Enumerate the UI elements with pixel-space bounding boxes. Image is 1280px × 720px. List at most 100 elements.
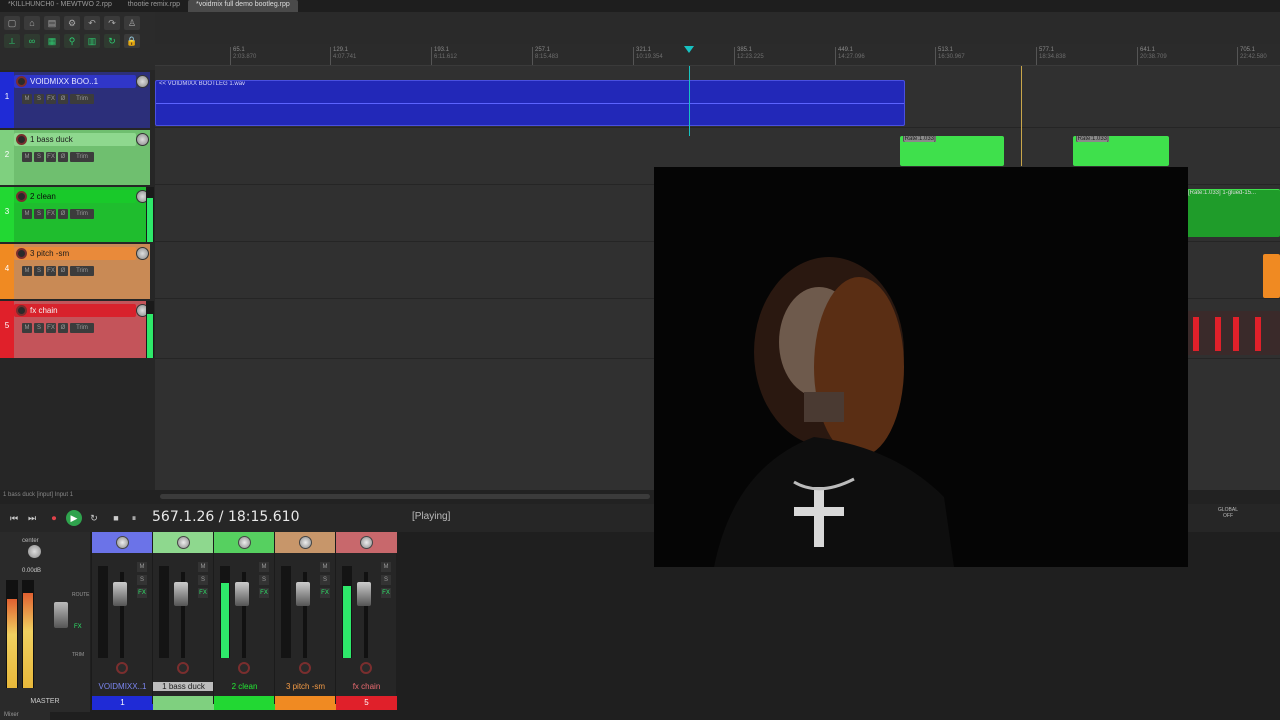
trim-button[interactable]: Trim bbox=[70, 152, 94, 162]
volume-fader[interactable] bbox=[235, 582, 249, 606]
stop-icon[interactable]: ■ bbox=[108, 511, 124, 525]
record-icon[interactable]: ⏺ bbox=[46, 511, 62, 525]
metronome-icon[interactable]: ♙ bbox=[124, 16, 140, 30]
mute-button[interactable]: M bbox=[22, 94, 32, 104]
record-arm-button[interactable] bbox=[16, 248, 27, 259]
fx-button[interactable]: FX bbox=[198, 588, 208, 598]
master-fx-button[interactable]: FX bbox=[74, 624, 82, 630]
media-item[interactable]: [Rate:1.033] bbox=[900, 136, 1004, 166]
project-tab[interactable]: thootie remix.rpp bbox=[120, 0, 188, 12]
project-tab[interactable]: *KILLHUNCH0 - MEWTWO 2.rpp bbox=[0, 0, 120, 12]
grid-icon[interactable]: ▦ bbox=[44, 34, 60, 48]
record-arm-button[interactable] bbox=[16, 191, 27, 202]
solo-button[interactable]: S bbox=[198, 575, 208, 585]
track-4[interactable]: 4 3 pitch -sm M S FX Ø Trim bbox=[0, 244, 150, 299]
lock-grid-icon[interactable]: ▥ bbox=[84, 34, 100, 48]
trim-button[interactable]: Trim bbox=[70, 266, 94, 276]
mute-button[interactable]: M bbox=[22, 323, 32, 333]
project-tab-active[interactable]: *voidmix full demo bootleg.rpp bbox=[188, 0, 298, 12]
master-fader[interactable] bbox=[54, 602, 68, 628]
record-arm-button[interactable] bbox=[16, 134, 27, 145]
volume-knob[interactable] bbox=[136, 75, 149, 88]
record-arm-button[interactable] bbox=[16, 305, 27, 316]
trim-button[interactable]: Trim bbox=[70, 94, 94, 104]
envelope-icon[interactable]: ⚲ bbox=[64, 34, 80, 48]
record-arm-button[interactable] bbox=[116, 662, 128, 674]
new-project-icon[interactable]: ▢ bbox=[4, 16, 20, 30]
solo-button[interactable]: S bbox=[34, 209, 44, 219]
track-lane[interactable]: << VOIDMIXX BOOTLEG 1.wav bbox=[155, 70, 1280, 128]
media-item[interactable]: [Rate:1.033] bbox=[1073, 136, 1169, 166]
save-icon[interactable]: ▤ bbox=[44, 16, 60, 30]
pan-knob[interactable] bbox=[177, 536, 190, 549]
track-1[interactable]: 1 VOIDMIXX BOO..1 M S FX Ø Trim bbox=[0, 72, 150, 128]
phase-button[interactable]: Ø bbox=[58, 152, 68, 162]
media-item[interactable]: << VOIDMIXX BOOTLEG 1.wav bbox=[155, 80, 905, 126]
record-arm-button[interactable] bbox=[360, 662, 372, 674]
solo-button[interactable]: S bbox=[381, 575, 391, 585]
trim-button[interactable]: Trim bbox=[70, 209, 94, 219]
record-arm-button[interactable] bbox=[177, 662, 189, 674]
mute-button[interactable]: M bbox=[22, 152, 32, 162]
ripple-icon[interactable]: ∞ bbox=[24, 34, 40, 48]
fx-button[interactable]: FX bbox=[320, 588, 330, 598]
track-name[interactable]: VOIDMIXX BOO..1 bbox=[30, 77, 136, 86]
track-2[interactable]: 2 1 bass duck M S FX Ø Trim bbox=[0, 130, 150, 185]
fx-button[interactable]: FX bbox=[381, 588, 391, 598]
track-3[interactable]: 3 2 clean M S FX Ø Trim bbox=[0, 187, 154, 242]
record-arm-button[interactable] bbox=[299, 662, 311, 674]
fx-button[interactable]: FX bbox=[46, 209, 56, 219]
volume-fader[interactable] bbox=[296, 582, 310, 606]
fx-button[interactable]: FX bbox=[46, 152, 56, 162]
mute-button[interactable]: M bbox=[137, 562, 147, 572]
phase-button[interactable]: Ø bbox=[58, 266, 68, 276]
mixer-tab[interactable]: Mixer bbox=[0, 712, 50, 720]
pause-icon[interactable]: ⏸ bbox=[126, 511, 142, 525]
horizontal-scrollbar[interactable] bbox=[160, 494, 650, 499]
volume-fader[interactable] bbox=[113, 582, 127, 606]
trim-button[interactable]: Trim bbox=[70, 323, 94, 333]
timeline-ruler[interactable]: 65.1 2:03.870 129.1 4:07.741 193.1 6:11.612… bbox=[155, 44, 1280, 66]
volume-fader[interactable] bbox=[357, 582, 371, 606]
pan-knob[interactable] bbox=[116, 536, 129, 549]
fx-button[interactable]: FX bbox=[46, 94, 56, 104]
playhead-marker-icon[interactable] bbox=[684, 46, 694, 53]
fx-button[interactable]: FX bbox=[259, 588, 269, 598]
solo-button[interactable]: S bbox=[34, 94, 44, 104]
phase-button[interactable]: Ø bbox=[58, 209, 68, 219]
undo-icon[interactable]: ↶ bbox=[84, 16, 100, 30]
pan-knob[interactable] bbox=[360, 536, 373, 549]
solo-button[interactable]: S bbox=[34, 152, 44, 162]
track-5[interactable]: 5 fx chain M S FX Ø Trim bbox=[0, 301, 154, 358]
settings-icon[interactable]: ⚙ bbox=[64, 16, 80, 30]
fx-button[interactable]: FX bbox=[46, 266, 56, 276]
mute-button[interactable]: M bbox=[259, 562, 269, 572]
media-item[interactable] bbox=[1263, 254, 1280, 298]
solo-button[interactable]: S bbox=[137, 575, 147, 585]
mute-button[interactable]: M bbox=[381, 562, 391, 572]
track-name[interactable]: 3 pitch -sm bbox=[30, 249, 136, 258]
mute-button[interactable]: M bbox=[22, 209, 32, 219]
solo-button[interactable]: S bbox=[320, 575, 330, 585]
volume-fader[interactable] bbox=[174, 582, 188, 606]
fx-button[interactable]: FX bbox=[46, 323, 56, 333]
media-item[interactable]: [Rate:1.033] 1-glued-15... bbox=[1185, 189, 1280, 237]
redo-icon[interactable]: ↷ bbox=[104, 16, 120, 30]
volume-knob[interactable] bbox=[136, 247, 149, 260]
solo-button[interactable]: S bbox=[259, 575, 269, 585]
fx-button[interactable]: FX bbox=[137, 588, 147, 598]
record-arm-button[interactable] bbox=[16, 76, 27, 87]
solo-button[interactable]: S bbox=[34, 323, 44, 333]
phase-button[interactable]: Ø bbox=[58, 94, 68, 104]
go-to-end-icon[interactable]: ⏭ bbox=[24, 511, 40, 525]
master-pan-knob[interactable] bbox=[28, 545, 41, 558]
lock-icon[interactable]: 🔒 bbox=[124, 34, 140, 48]
pan-knob[interactable] bbox=[299, 536, 312, 549]
phase-button[interactable]: Ø bbox=[58, 323, 68, 333]
mute-button[interactable]: M bbox=[320, 562, 330, 572]
solo-button[interactable]: S bbox=[34, 266, 44, 276]
loop-icon[interactable]: ↻ bbox=[104, 34, 120, 48]
repeat-icon[interactable]: ↻ bbox=[86, 511, 102, 525]
master-route-button[interactable]: ROUTE bbox=[72, 592, 90, 598]
global-envelope-override[interactable]: GLOBAL OFF bbox=[1218, 507, 1238, 519]
